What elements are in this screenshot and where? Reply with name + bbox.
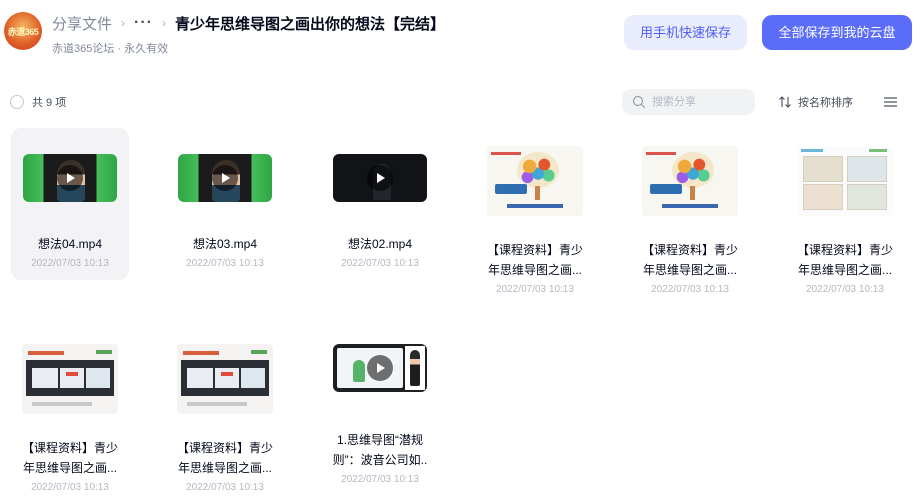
document-thumbnail <box>487 146 583 216</box>
file-name: 想法03.mp4 <box>192 237 258 251</box>
file-date: 2022/07/03 10:13 <box>341 474 419 485</box>
file-name-line2: 则”：波音公司如.. <box>332 453 428 467</box>
page-title: 青少年思维导图之画出你的想法【完结】 <box>175 15 446 33</box>
file-name-line2: 年思维导图之画... <box>797 263 892 277</box>
file-date: 2022/07/03 10:13 <box>806 284 884 295</box>
play-icon <box>367 165 393 191</box>
file-date: 2022/07/03 10:13 <box>651 284 729 295</box>
file-name-line2: 年思维导图之画... <box>177 461 272 475</box>
search-box[interactable] <box>622 89 755 115</box>
document-thumbnail <box>797 146 893 216</box>
chevron-right-icon: › <box>121 16 126 30</box>
file-item-document[interactable]: 【课程资料】青少 年思维导图之画... 2022/07/03 10:13 <box>476 128 594 295</box>
file-item-video[interactable]: 1.思维导图“潜规 则”：波音公司如.. 2022/07/03 10:13 <box>321 318 439 485</box>
sort-by-name-button[interactable]: 按名称排序 <box>778 94 853 110</box>
breadcrumb-more[interactable]: ··· <box>134 14 153 32</box>
video-thumbnail <box>178 154 272 202</box>
breadcrumb: 分享文件 › ··· › 青少年思维导图之画出你的想法【完结】 <box>52 12 445 34</box>
document-thumbnail <box>642 146 738 216</box>
file-name-line2: 年思维导图之画... <box>642 263 737 277</box>
avatar-logo-text: 赤道365 <box>7 27 39 37</box>
file-date: 2022/07/03 10:13 <box>31 482 109 493</box>
play-icon <box>367 355 393 381</box>
video-thumbnail <box>23 154 117 202</box>
sharer-avatar[interactable]: 赤道365 <box>4 12 42 50</box>
file-item-video[interactable]: 想法04.mp4 2022/07/03 10:13 <box>11 128 129 280</box>
play-icon <box>212 165 238 191</box>
file-name-line1: 【课程资料】青少 <box>641 243 738 257</box>
file-date: 2022/07/03 10:13 <box>341 258 419 269</box>
file-date: 2022/07/03 10:13 <box>496 284 574 295</box>
file-item-document[interactable]: 【课程资料】青少 年思维导图之画... 2022/07/03 10:13 <box>786 128 904 295</box>
save-via-phone-button[interactable]: 用手机快速保存 <box>624 15 747 50</box>
search-input[interactable] <box>652 89 750 115</box>
file-item-document[interactable]: 【课程资料】青少 年思维导图之画... 2022/07/03 10:13 <box>11 326 129 493</box>
file-name-line2: 年思维导图之画... <box>487 263 582 277</box>
file-name-line1: 1.思维导图“潜规 <box>336 433 423 447</box>
file-date: 2022/07/03 10:13 <box>186 258 264 269</box>
share-info: 赤道365论坛 · 永久有效 <box>52 43 169 55</box>
file-name-line1: 【课程资料】青少 <box>176 441 273 455</box>
breadcrumb-root[interactable]: 分享文件 <box>52 13 112 34</box>
item-count: 共 9 项 <box>32 97 67 109</box>
select-all-checkbox[interactable] <box>10 95 24 109</box>
share-header: 赤道365 分享文件 › ··· › 青少年思维导图之画出你的想法【完结】 赤道… <box>0 0 922 62</box>
file-name-line2: 年思维导图之画... <box>22 461 117 475</box>
file-name-line1: 【课程资料】青少 <box>796 243 893 257</box>
list-view-icon[interactable] <box>883 95 898 109</box>
file-date: 2022/07/03 10:13 <box>186 482 264 493</box>
video-thumbnail <box>333 344 427 392</box>
play-icon <box>57 165 83 191</box>
file-name: 想法04.mp4 <box>37 237 103 251</box>
file-item-video[interactable]: 想法02.mp4 2022/07/03 10:13 <box>321 128 439 280</box>
file-date: 2022/07/03 10:13 <box>31 258 109 269</box>
document-thumbnail <box>22 344 118 414</box>
file-item-document[interactable]: 【课程资料】青少 年思维导图之画... 2022/07/03 10:13 <box>631 128 749 295</box>
video-thumbnail <box>333 154 427 202</box>
file-item-video[interactable]: 想法03.mp4 2022/07/03 10:13 <box>166 128 284 280</box>
file-name-line1: 【课程资料】青少 <box>21 441 118 455</box>
document-thumbnail <box>177 344 273 414</box>
sort-icon <box>779 96 791 108</box>
save-all-to-cloud-button[interactable]: 全部保存到我的云盘 <box>762 15 912 50</box>
sort-label: 按名称排序 <box>798 97 853 109</box>
search-icon <box>632 95 646 109</box>
file-item-document[interactable]: 【课程资料】青少 年思维导图之画... 2022/07/03 10:13 <box>166 326 284 493</box>
chevron-right-icon: › <box>162 16 166 30</box>
file-toolbar: 共 9 项 按名称排序 <box>0 86 922 118</box>
file-name: 想法02.mp4 <box>347 237 413 251</box>
file-name-line1: 【课程资料】青少 <box>486 243 583 257</box>
